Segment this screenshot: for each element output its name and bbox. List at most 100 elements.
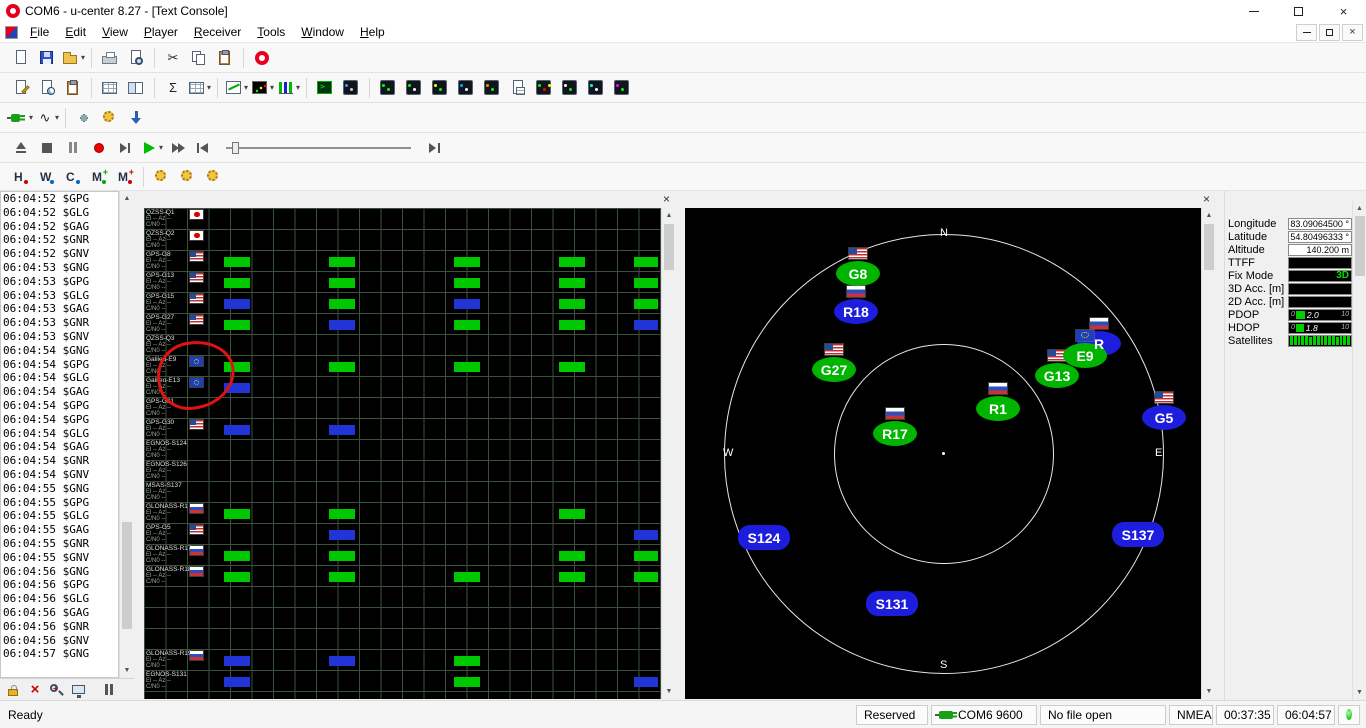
gnss-console-button[interactable] [313, 76, 337, 100]
message-filter-remove-button[interactable]: M+ [113, 165, 137, 189]
scroll-up-arrow[interactable]: ▲ [662, 208, 676, 223]
history-chart-view-button[interactable]: ▾ [250, 76, 274, 100]
close-button[interactable]: × [1321, 0, 1366, 22]
eject-button[interactable] [9, 136, 33, 160]
map-view-button[interactable] [532, 76, 556, 100]
console-scrollbar[interactable]: ▲▼ [119, 191, 134, 678]
zoom-text-button[interactable]: + [46, 680, 68, 700]
deviation-map-button[interactable] [558, 76, 582, 100]
scroll-thumb[interactable] [1355, 216, 1365, 276]
restore-button[interactable] [1276, 0, 1321, 22]
console-line: 06:04:52 $GNR [3, 233, 118, 247]
mdi-minimize-button[interactable] [1296, 24, 1317, 41]
player-slider-thumb[interactable] [232, 142, 239, 154]
scroll-up-arrow[interactable]: ▲ [1353, 201, 1366, 216]
open-file-button[interactable]: ▾ [61, 46, 85, 70]
step-icon [115, 138, 135, 158]
text-console-button[interactable] [402, 76, 426, 100]
cut-button[interactable]: ✂ [161, 46, 185, 70]
histogram-view-button[interactable]: ▾ [276, 76, 300, 100]
menu-file[interactable]: File [22, 23, 57, 41]
configuration-view-button[interactable] [480, 76, 504, 100]
jump-begin-button[interactable] [191, 136, 215, 160]
sky-close-button[interactable]: × [1199, 193, 1214, 207]
signal-bar [329, 320, 355, 330]
message-filter-add-button[interactable]: M+ [87, 165, 111, 189]
scroll-up-arrow[interactable]: ▲ [120, 191, 134, 206]
scroll-thumb[interactable] [664, 224, 674, 270]
jump-end-button[interactable] [422, 136, 446, 160]
chart-view-button[interactable]: ▾ [224, 76, 248, 100]
quick-settings-button[interactable] [98, 106, 122, 130]
scroll-thumb[interactable] [1204, 224, 1214, 270]
command-window-button[interactable]: C [61, 165, 85, 189]
sky-view-button[interactable] [584, 76, 608, 100]
menu-help[interactable]: Help [352, 23, 393, 41]
sky-scrollbar[interactable]: ▲▼ [1201, 208, 1216, 699]
minimize-button[interactable] [1231, 0, 1276, 22]
log-file-time-button[interactable] [35, 76, 59, 100]
table-view-button[interactable]: ▾ [187, 76, 211, 100]
connect-port-button[interactable]: ▾ [9, 106, 33, 130]
toolbar-messages: HWCM+M+ [0, 163, 1366, 191]
watch-window-button[interactable]: W [35, 165, 59, 189]
log-file-edit-button[interactable] [9, 76, 33, 100]
mdi-close-button[interactable]: × [1342, 24, 1363, 41]
statistic-view-button[interactable] [506, 76, 530, 100]
tools-config-button[interactable] [202, 165, 226, 189]
baudrate-button[interactable]: ∿▾ [35, 106, 59, 130]
menu-tools[interactable]: Tools [249, 23, 293, 41]
pause-display-button[interactable] [98, 680, 120, 700]
pause-button[interactable] [61, 136, 85, 160]
message-view-button[interactable] [454, 76, 478, 100]
levels-close-button[interactable]: × [659, 193, 674, 207]
menu-player[interactable]: Player [136, 23, 186, 41]
new-file-button[interactable] [9, 46, 33, 70]
menu-window[interactable]: Window [293, 23, 352, 41]
player-slider[interactable] [226, 140, 411, 156]
print-preview-button[interactable] [124, 46, 148, 70]
mdi-restore-button[interactable] [1319, 24, 1340, 41]
copy-button[interactable] [187, 46, 211, 70]
console-display-button[interactable] [68, 680, 90, 700]
scroll-lock-button[interactable] [2, 680, 24, 700]
levels-scrollbar[interactable]: ▲▼ [661, 208, 676, 699]
camera-view-button[interactable] [339, 76, 363, 100]
clear-console-button[interactable]: × [24, 680, 46, 700]
firmware-update-button[interactable] [124, 106, 148, 130]
paste-button[interactable] [213, 46, 237, 70]
notes-button[interactable] [61, 76, 85, 100]
scroll-down-arrow[interactable]: ▼ [120, 663, 134, 678]
packet-console-button[interactable] [428, 76, 452, 100]
autobauding-button[interactable] [72, 106, 96, 130]
satellite-id: Galileo-E9 [146, 356, 176, 363]
menu-receiver[interactable]: Receiver [186, 23, 249, 41]
scroll-up-arrow[interactable]: ▲ [1202, 208, 1216, 223]
tools-assistnow-button[interactable] [176, 165, 200, 189]
scroll-down-arrow[interactable]: ▼ [1202, 684, 1216, 699]
print-button[interactable] [98, 46, 122, 70]
record-button[interactable] [87, 136, 111, 160]
tools-epo-button[interactable] [150, 165, 174, 189]
menu-edit[interactable]: Edit [57, 23, 94, 41]
ublox-website-button[interactable] [250, 46, 274, 70]
status-com-port[interactable]: COM6 9600 [931, 705, 1037, 725]
split-view-button[interactable] [124, 76, 148, 100]
docking-windows-button[interactable] [610, 76, 634, 100]
console-output[interactable]: 06:04:52 $GPG06:04:52 $GLG06:04:52 $GAG0… [0, 191, 119, 678]
data-scrollbar[interactable]: ▲▼ [1352, 201, 1366, 700]
scroll-down-arrow[interactable]: ▼ [1353, 685, 1366, 700]
save-file-button[interactable] [35, 46, 59, 70]
fast-forward-button[interactable] [165, 136, 189, 160]
scroll-down-arrow[interactable]: ▼ [662, 684, 676, 699]
scroll-thumb[interactable] [122, 522, 132, 629]
play-button[interactable]: ▾ [139, 136, 163, 160]
database-view-button[interactable] [98, 76, 122, 100]
data-panel: Longitude83.09064500 °Latitude54.8049633… [1224, 191, 1366, 700]
hex-view-button[interactable]: H [9, 165, 33, 189]
step-button[interactable] [113, 136, 137, 160]
statistics-button[interactable]: Σ [161, 76, 185, 100]
menu-view[interactable]: View [94, 23, 136, 41]
stop-button[interactable] [35, 136, 59, 160]
binary-console-button[interactable] [376, 76, 400, 100]
